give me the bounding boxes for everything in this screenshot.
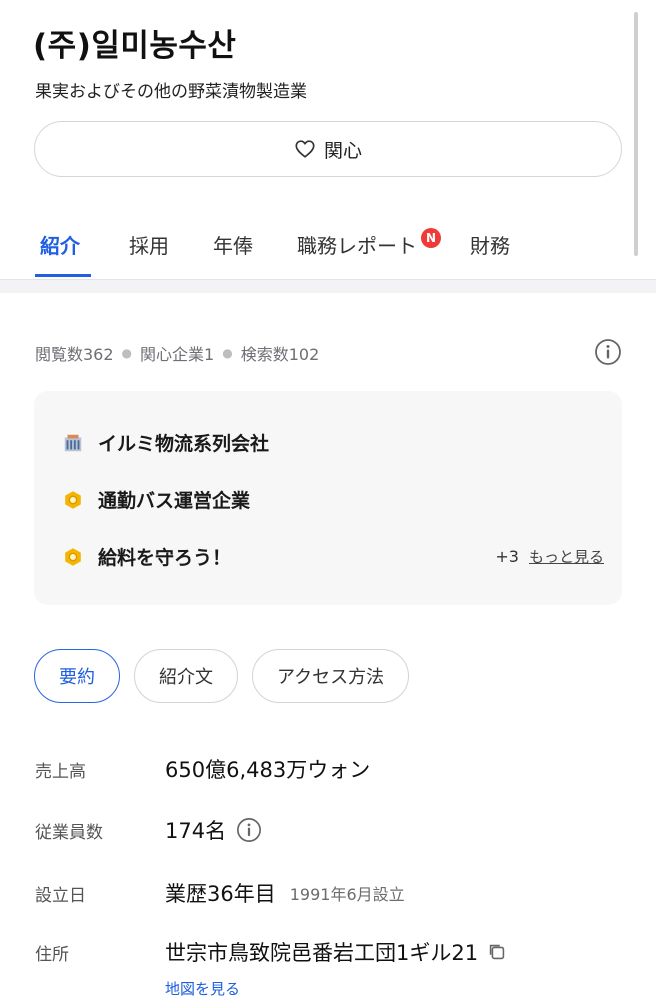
employees-row: 従業員数 174名 bbox=[35, 815, 262, 845]
founded-value: 業歴36年目 bbox=[165, 882, 276, 906]
founded-value-wrap: 業歴36年目 1991年6月設立 bbox=[165, 878, 405, 908]
more-count: +3 bbox=[495, 547, 519, 566]
hexagon-badge-icon bbox=[65, 490, 81, 509]
section-divider bbox=[0, 279, 656, 293]
chip-access[interactable]: アクセス方法 bbox=[252, 649, 410, 703]
tab-bar: 紹介 採用 年俸 職務レポート N 財務 bbox=[0, 212, 656, 280]
building-icon bbox=[64, 434, 82, 451]
highlight-text: 給料を守ろう！ bbox=[98, 547, 232, 569]
address-value-wrap: 世宗市鳥致院邑番岩工団1ギル21 bbox=[165, 937, 508, 967]
tab-intro[interactable]: 紹介 bbox=[40, 230, 80, 259]
info-icon[interactable] bbox=[236, 817, 262, 843]
founded-label: 設立日 bbox=[35, 885, 86, 906]
highlight-text: 通勤バス運営企業 bbox=[98, 490, 251, 512]
separator-dot: ● bbox=[121, 346, 133, 360]
highlight-text: イルミ物流系列会社 bbox=[98, 433, 270, 455]
views-stat: 閲覧数362 bbox=[35, 345, 114, 364]
highlight-item: イルミ物流系列会社 bbox=[62, 429, 269, 456]
searches-stat: 検索数102 bbox=[240, 345, 320, 364]
employees-value-wrap: 174名 bbox=[165, 815, 262, 845]
founded-date: 1991年6月設立 bbox=[289, 885, 405, 904]
company-stats: 閲覧数362 ● 関心企業1 ● 検索数102 bbox=[35, 341, 319, 365]
section-chips: 要約 紹介文 アクセス方法 bbox=[34, 649, 410, 703]
interested-stat: 関心企業1 bbox=[140, 345, 215, 364]
highlight-item: 給料を守ろう！ bbox=[62, 543, 231, 570]
tab-job-report[interactable]: 職務レポート bbox=[297, 230, 417, 259]
chip-summary[interactable]: 要約 bbox=[34, 649, 120, 703]
copy-icon[interactable] bbox=[486, 941, 508, 963]
revenue-label: 売上高 bbox=[35, 761, 86, 782]
chip-introduction[interactable]: 紹介文 bbox=[134, 649, 238, 703]
employees-label: 従業員数 bbox=[35, 822, 103, 843]
more-highlights: +3 もっと見る bbox=[495, 546, 604, 567]
see-more-link[interactable]: もっと見る bbox=[529, 546, 604, 567]
address-label: 住所 bbox=[35, 944, 69, 965]
employees-value: 174名 bbox=[165, 819, 227, 843]
follow-button[interactable]: 関心 bbox=[34, 121, 622, 177]
highlights-box: イルミ物流系列会社 通勤バス運営企業 給料を守ろう！ +3 もっと見る bbox=[34, 391, 622, 605]
follow-button-label: 関心 bbox=[323, 139, 362, 162]
view-map-link[interactable]: 地図を見る bbox=[165, 978, 240, 999]
address-row: 住所 世宗市鳥致院邑番岩工団1ギル21 bbox=[35, 937, 508, 967]
address-value: 世宗市鳥致院邑番岩工団1ギル21 bbox=[165, 941, 479, 965]
tab-recruit[interactable]: 採用 bbox=[129, 230, 169, 259]
founded-row: 設立日 業歴36年目 1991年6月設立 bbox=[35, 878, 405, 908]
tab-salary[interactable]: 年俸 bbox=[213, 230, 253, 259]
highlight-item: 通勤バス運営企業 bbox=[62, 486, 250, 513]
revenue-value: 650億6,483万ウォン bbox=[165, 758, 371, 782]
tab-finance[interactable]: 財務 bbox=[470, 230, 510, 259]
active-tab-indicator bbox=[35, 274, 91, 277]
info-icon[interactable] bbox=[594, 338, 622, 366]
new-badge: N bbox=[421, 228, 441, 248]
hexagon-badge-icon bbox=[65, 547, 81, 566]
company-name: (주)일미농수산 bbox=[33, 28, 237, 64]
heart-icon bbox=[295, 140, 315, 158]
company-industry: 果実およびその他の野菜漬物製造業 bbox=[35, 82, 307, 102]
separator-dot: ● bbox=[222, 346, 233, 360]
revenue-row: 売上高 650億6,483万ウォン bbox=[35, 754, 370, 784]
